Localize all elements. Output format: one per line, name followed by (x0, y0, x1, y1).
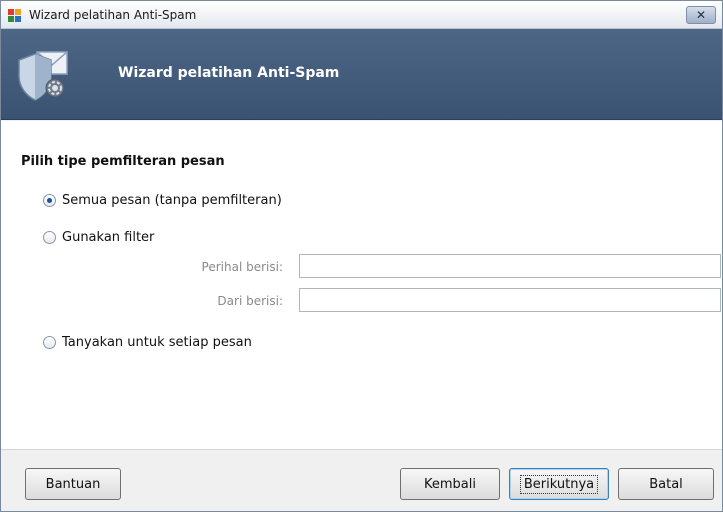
title-bar: Wizard pelatihan Anti-Spam ✕ (1, 1, 722, 29)
next-button[interactable]: Berikutnya (509, 468, 609, 500)
help-button-label: Bantuan (45, 476, 101, 492)
radio-ask-each-message[interactable]: Tanyakan untuk setiap pesan (43, 335, 252, 350)
radio-use-filter[interactable]: Gunakan filter (43, 230, 154, 245)
close-button[interactable]: ✕ (686, 6, 716, 24)
app-icon (8, 9, 21, 22)
section-title: Pilih tipe pemfilteran pesan (21, 154, 225, 169)
radio-button[interactable] (43, 194, 56, 207)
cancel-button-label: Batal (649, 476, 683, 492)
subject-contains-input[interactable] (299, 254, 721, 278)
from-field-label: Dari berisi: (217, 294, 283, 308)
help-button[interactable]: Bantuan (25, 468, 121, 500)
wizard-content: Pilih tipe pemfilteran pesan Semua pesan… (1, 121, 722, 449)
radio-button[interactable] (43, 231, 56, 244)
button-bar: Bantuan Kembali Berikutnya Batal (1, 449, 722, 511)
window-title: Wizard pelatihan Anti-Spam (29, 8, 197, 22)
cancel-button[interactable]: Batal (618, 468, 714, 500)
from-contains-input[interactable] (299, 288, 721, 312)
header-banner: Wizard pelatihan Anti-Spam (1, 29, 722, 120)
banner-title: Wizard pelatihan Anti-Spam (118, 65, 340, 81)
radio-label: Semua pesan (tanpa pemfilteran) (62, 193, 282, 208)
wizard-window: Wizard pelatihan Anti-Spam ✕ Wizard pela… (0, 0, 723, 512)
back-button[interactable]: Kembali (400, 468, 500, 500)
close-icon: ✕ (695, 8, 707, 22)
subject-field-label: Perihal berisi: (201, 260, 283, 274)
shield-envelope-gear-icon (18, 51, 68, 101)
next-button-label: Berikutnya (519, 474, 599, 494)
radio-button[interactable] (43, 336, 56, 349)
radio-label: Tanyakan untuk setiap pesan (62, 335, 252, 350)
radio-label: Gunakan filter (62, 230, 155, 245)
radio-all-messages[interactable]: Semua pesan (tanpa pemfilteran) (43, 193, 282, 208)
back-button-label: Kembali (424, 476, 476, 492)
